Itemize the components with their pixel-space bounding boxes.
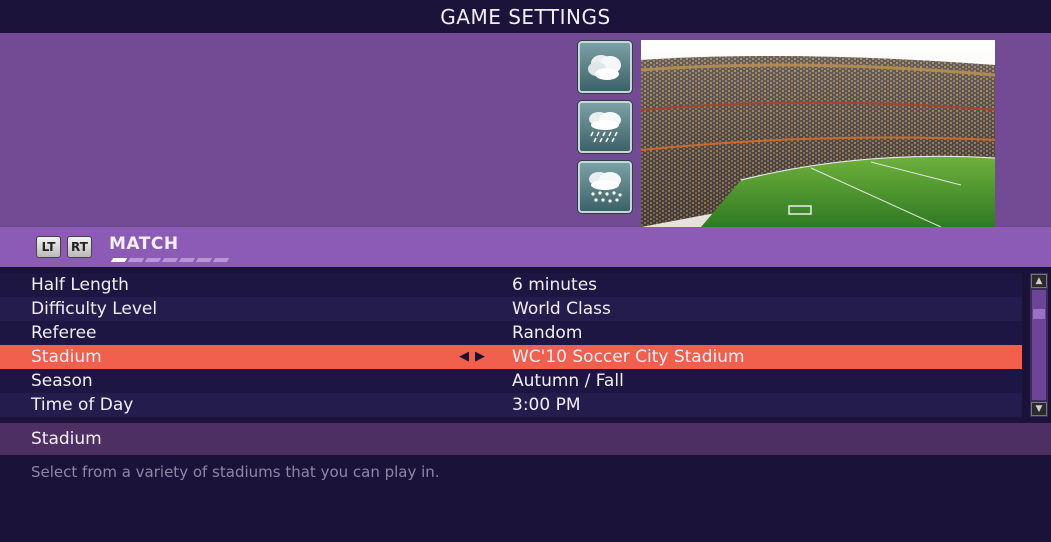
setting-label: Referee	[31, 323, 97, 343]
setting-value: 3:00 PM	[512, 395, 581, 415]
setting-label: Difficulty Level	[31, 299, 158, 319]
setting-row-time-of-day[interactable]: Time of Day 3:00 PM	[0, 393, 1022, 417]
setting-value: Random	[512, 323, 583, 343]
value-selector-arrows[interactable]: ◀ ▶	[459, 349, 485, 364]
weather-cloudy-button[interactable]	[578, 41, 632, 93]
setting-row-referee[interactable]: Referee Random	[0, 321, 1022, 345]
setting-row-difficulty[interactable]: Difficulty Level World Class	[0, 297, 1022, 321]
lt-trigger-button[interactable]: LT	[36, 236, 61, 258]
tab-page-indicator	[110, 258, 230, 262]
snow-icon	[589, 172, 622, 203]
weather-rain-button[interactable]	[578, 101, 632, 153]
settings-scrollbar[interactable]: ▲ ▼	[1030, 273, 1048, 417]
title-bar: GAME SETTINGS	[0, 0, 1051, 33]
weather-snow-button[interactable]	[578, 161, 632, 213]
page-dot	[127, 258, 145, 262]
arrow-left-icon[interactable]: ◀	[459, 349, 469, 364]
description-header: Stadium	[0, 423, 1051, 455]
cloudy-icon	[588, 55, 621, 80]
page-dot	[178, 258, 196, 262]
rain-icon	[589, 112, 621, 143]
scroll-up-icon[interactable]: ▲	[1031, 274, 1047, 288]
setting-label: Time of Day	[31, 395, 134, 415]
setting-value: Autumn / Fall	[512, 371, 624, 391]
scroll-thumb[interactable]	[1033, 309, 1045, 319]
description-text: Select from a variety of stadiums that y…	[31, 463, 440, 481]
tab-match[interactable]: MATCH	[109, 234, 179, 254]
page-dot	[195, 258, 213, 262]
setting-label: Stadium	[31, 347, 102, 367]
setting-label: Half Length	[31, 275, 129, 295]
scroll-track[interactable]	[1032, 290, 1046, 400]
setting-label: Season	[31, 371, 93, 391]
stadium-preview-image	[641, 40, 995, 227]
page-dot	[144, 258, 162, 262]
page-dot	[212, 258, 230, 262]
setting-value: WC'10 Soccer City Stadium	[512, 347, 745, 367]
setting-row-stadium[interactable]: Stadium ◀ ▶ WC'10 Soccer City Stadium	[0, 345, 1022, 369]
setting-row-half-length[interactable]: Half Length 6 minutes	[0, 273, 1022, 297]
scroll-down-icon[interactable]: ▼	[1031, 402, 1047, 416]
setting-value: World Class	[512, 299, 611, 319]
page-dot	[110, 258, 128, 262]
setting-value: 6 minutes	[512, 275, 598, 295]
page-title: GAME SETTINGS	[440, 4, 611, 29]
rt-trigger-button[interactable]: RT	[67, 236, 92, 258]
setting-row-season[interactable]: Season Autumn / Fall	[0, 369, 1022, 393]
description-title: Stadium	[31, 429, 102, 449]
settings-list: Half Length 6 minutes Difficulty Level W…	[0, 273, 1022, 417]
arrow-right-icon[interactable]: ▶	[475, 349, 485, 364]
page-dot	[161, 258, 179, 262]
